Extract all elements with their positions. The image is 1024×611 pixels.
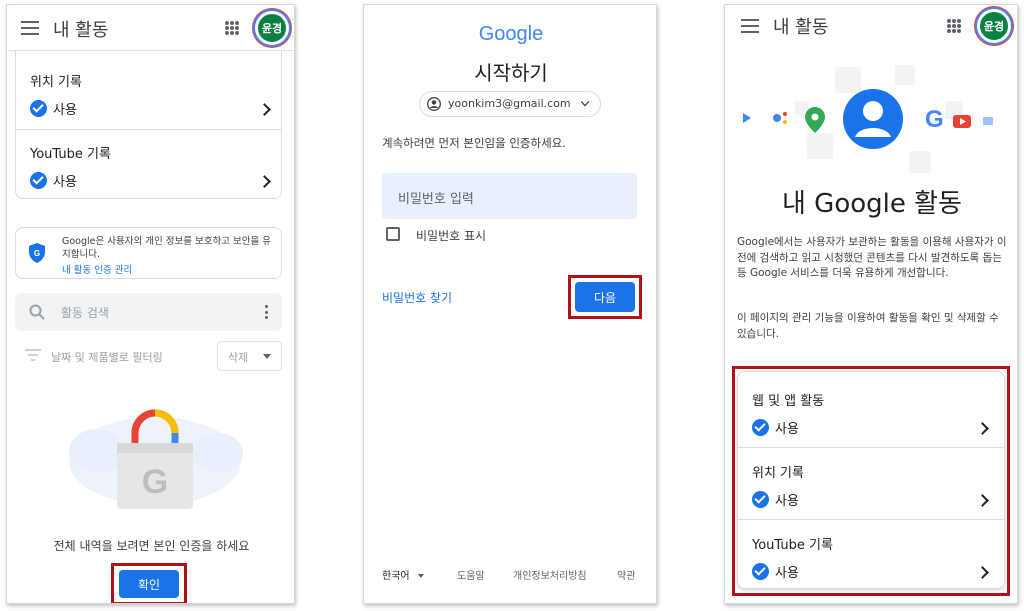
- password-input[interactable]: 비밀번호 입력: [382, 173, 637, 219]
- page-title: 내 활동: [773, 17, 829, 38]
- protection-text: Google은 사용자의 개인 정보를 보호하고 보안을 유지합니다.: [62, 236, 271, 260]
- svg-text:G: G: [142, 463, 168, 501]
- avatar[interactable]: 윤경: [977, 9, 1011, 43]
- activity-controls-card: 위치 기록 사용 YouTube 기록 사용: [15, 51, 282, 199]
- check-icon: [752, 491, 769, 508]
- description-2: 이 페이지의 관리 기능을 이용하여 활동을 확인 및 삭제할 수 있습니다.: [737, 312, 999, 340]
- status-location: 사용: [30, 99, 77, 118]
- more-vert-icon[interactable]: [265, 305, 268, 319]
- account-circle-icon: [427, 97, 441, 111]
- hero-title: 내 Google 활동: [782, 189, 962, 219]
- search-input[interactable]: 활동 검색: [61, 304, 109, 321]
- help-link[interactable]: 도움말: [457, 567, 485, 582]
- chevron-down-icon: [263, 354, 271, 359]
- privacy-link[interactable]: 개인정보처리방침: [513, 567, 587, 582]
- avatar[interactable]: 윤경: [255, 11, 289, 45]
- apps-grid-icon[interactable]: [947, 19, 961, 33]
- delete-dropdown[interactable]: 삭제: [217, 341, 282, 371]
- highlight-box: [111, 563, 187, 603]
- shield-icon: G: [29, 243, 45, 263]
- lock-illustration: G: [69, 409, 243, 509]
- check-icon: [30, 100, 47, 117]
- menu-icon[interactable]: [741, 19, 759, 33]
- language-selector[interactable]: 한국어: [382, 567, 424, 582]
- search-bar[interactable]: 활동 검색: [15, 293, 282, 331]
- google-logo: Google: [364, 23, 656, 46]
- chevron-right-icon[interactable]: [258, 175, 271, 188]
- products-illustration: G: [743, 65, 993, 173]
- app-bar: 내 활동 윤경: [7, 5, 294, 51]
- chevron-right-icon[interactable]: [976, 566, 989, 579]
- divider: [16, 129, 281, 130]
- show-password-label: 비밀번호 표시: [416, 229, 487, 243]
- chevron-right-icon[interactable]: [976, 422, 989, 435]
- chevron-right-icon[interactable]: [976, 494, 989, 507]
- apps-grid-icon[interactable]: [225, 21, 239, 35]
- menu-icon[interactable]: [21, 21, 39, 35]
- description-1: Google에서는 사용자가 보관하는 활동을 이용해 사용자가 이전에 검색하…: [737, 236, 1007, 279]
- status-web-app: 사용: [752, 418, 799, 437]
- check-icon: [752, 419, 769, 436]
- divider: [738, 447, 1004, 448]
- status-youtube: 사용: [752, 562, 799, 581]
- svg-text:G: G: [34, 249, 40, 258]
- highlight-box: [568, 275, 642, 319]
- protection-notice: G Google은 사용자의 개인 정보를 보호하고 보안을 유지합니다. 내 …: [15, 227, 282, 279]
- filter-label[interactable]: 날짜 및 제품별로 필터링: [51, 349, 163, 365]
- filter-icon[interactable]: [25, 349, 41, 361]
- search-icon: [29, 304, 45, 320]
- google-logo-text: Google: [478, 23, 544, 45]
- sign-in-heading: 시작하기: [474, 61, 548, 85]
- divider: [738, 519, 1004, 520]
- chevron-down-icon: [580, 97, 590, 107]
- status-location: 사용: [752, 490, 799, 509]
- activity-controls-card: 웹 및 앱 활동 사용 위치 기록 사용 YouTube 기록 사용: [737, 371, 1005, 589]
- verify-prompt: 전체 내역을 보려면 본인 인증을 하세요: [53, 539, 250, 553]
- row-title-youtube: YouTube 기록: [30, 147, 111, 162]
- page-title: 내 활동: [53, 20, 109, 41]
- svg-text:G: G: [925, 106, 944, 133]
- account-chip[interactable]: yoonkim3@gmail.com: [419, 91, 601, 117]
- row-title-web-app: 웹 및 앱 활동: [752, 394, 825, 409]
- status-youtube: 사용: [30, 171, 77, 190]
- chevron-down-icon: [417, 574, 424, 578]
- instruction-text: 계속하려면 먼저 본인임을 인증하세요.: [382, 136, 566, 150]
- account-email: yoonkim3@gmail.com: [448, 97, 571, 110]
- delete-label: 삭제: [228, 351, 249, 364]
- show-password-checkbox[interactable]: [386, 227, 400, 241]
- my-activity-panel: 내 활동 윤경 G 내 Google 활동 Google에서는 사용자가 보관하…: [724, 4, 1018, 604]
- language-label: 한국어: [382, 571, 410, 582]
- row-title-location: 위치 기록: [752, 466, 804, 481]
- my-activity-locked-panel: 내 활동 윤경 위치 기록 사용 YouTube 기록 사용 G Google은…: [6, 4, 295, 604]
- check-icon: [30, 172, 47, 189]
- forgot-password-link[interactable]: 비밀번호 찾기: [382, 289, 452, 306]
- manage-verification-link[interactable]: 내 활동 인증 관리: [62, 262, 132, 276]
- password-placeholder: 비밀번호 입력: [398, 192, 474, 207]
- row-title-youtube: YouTube 기록: [752, 538, 833, 553]
- row-title-location: 위치 기록: [30, 75, 82, 90]
- terms-link[interactable]: 약관: [617, 567, 635, 582]
- check-icon: [752, 563, 769, 580]
- chevron-right-icon[interactable]: [258, 103, 271, 116]
- sign-in-panel: Google 시작하기 yoonkim3@gmail.com 계속하려면 먼저 …: [363, 4, 657, 604]
